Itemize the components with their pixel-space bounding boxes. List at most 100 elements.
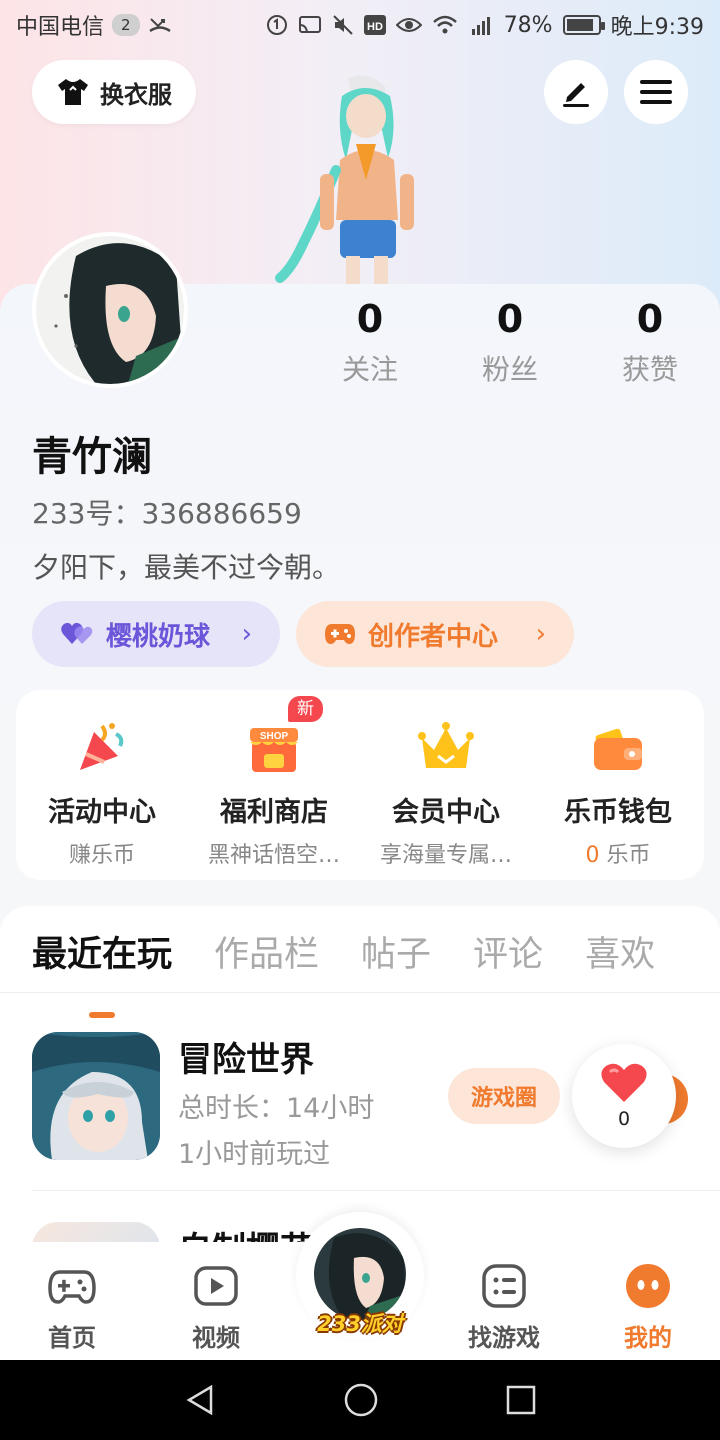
game-icon	[32, 1032, 160, 1160]
battery-icon	[562, 15, 605, 35]
signature: 夕阳下，最美不过今朝。	[32, 551, 341, 584]
svg-text:HD: HD	[367, 21, 383, 33]
double-heart-icon	[61, 622, 93, 644]
nav-label: 视频	[192, 1324, 240, 1352]
creator-center-button[interactable]: 创作者中心 ›	[296, 601, 574, 667]
entry-subtitle: 享海量专属…	[379, 843, 512, 868]
party-avatar-icon	[314, 1228, 406, 1320]
nav-label: 我的	[624, 1324, 672, 1352]
stat-followers[interactable]: 0 粉丝	[440, 296, 580, 388]
stat-likes[interactable]: 0 获赞	[580, 296, 720, 388]
game-playtime: 总时长：14小时	[178, 1093, 375, 1124]
system-nav-bar	[0, 1360, 720, 1440]
menu-icon	[640, 80, 672, 104]
wifi-icon	[432, 15, 457, 34]
tab-comments[interactable]: 评论	[473, 926, 543, 996]
stat-following[interactable]: 0 关注	[300, 296, 440, 388]
tab-posts[interactable]: 帖子	[361, 926, 431, 996]
party-popper-icon	[72, 718, 132, 778]
avatar-character-figure[interactable]	[270, 70, 450, 290]
menu-button[interactable]	[624, 60, 688, 124]
stat-label: 粉丝	[481, 353, 538, 386]
entry-title: 福利商店	[220, 797, 328, 828]
gamepad-icon	[48, 1270, 96, 1304]
cherry-milkball-button[interactable]: 樱桃奶球 ›	[32, 601, 280, 667]
crown-icon	[416, 718, 476, 778]
chevron-right-icon: ›	[241, 619, 252, 649]
username: 青竹澜	[32, 434, 152, 480]
stat-count: 0	[496, 297, 524, 341]
nav-find-games[interactable]: 找游戏	[432, 1242, 576, 1360]
entry-subtitle: 0 乐币	[532, 837, 704, 869]
profile-stats: 0 关注 0 粉丝 0 获赞	[300, 296, 720, 388]
game-name: 冒险世界	[178, 1040, 314, 1080]
welfare-shop-entry[interactable]: SHOP 新 福利商店 黑神话悟空…	[188, 690, 360, 880]
cast-icon	[298, 16, 321, 33]
coin-unit: 乐币	[606, 843, 651, 868]
like-count: 0	[617, 1108, 631, 1130]
nav-me[interactable]: 我的	[576, 1242, 720, 1360]
missed-call-icon	[148, 18, 171, 33]
entry-subtitle: 赚乐币	[68, 843, 135, 868]
nav-video[interactable]: 视频	[144, 1242, 288, 1360]
activity-center-entry[interactable]: 活动中心 赚乐币	[16, 690, 188, 880]
battery-percent: 78%	[503, 12, 553, 38]
entry-title: 乐币钱包	[564, 797, 672, 828]
stat-label: 关注	[341, 353, 398, 386]
signal-icon	[471, 17, 490, 35]
new-badge: 新	[288, 696, 323, 722]
entry-title: 会员中心	[392, 797, 500, 828]
nav-home[interactable]: 首页	[0, 1242, 144, 1360]
hd-icon: HD	[363, 15, 386, 35]
nav-party[interactable]: 233派对	[296, 1212, 424, 1340]
member-center-entry[interactable]: 会员中心 享海量专属…	[360, 690, 532, 880]
tab-recent-played[interactable]: 最近在玩	[32, 926, 172, 1018]
shirt-icon	[58, 79, 88, 105]
quick-entries-card: 活动中心 赚乐币 SHOP 新 福利商店 黑神话悟空… 会员中心 享海量专属… …	[16, 690, 704, 880]
stat-count: 0	[356, 297, 384, 341]
sim-slot-badge: 2	[112, 14, 140, 36]
tab-divider	[0, 992, 720, 993]
back-icon[interactable]	[183, 1383, 217, 1417]
recents-icon[interactable]	[505, 1384, 537, 1416]
profile-avatar[interactable]	[32, 232, 188, 388]
edit-pen-icon	[563, 83, 589, 107]
heart-icon	[601, 1063, 647, 1102]
status-bar: 中国电信 2 HD 78% 晚上9:39	[0, 0, 720, 50]
nav-label: 首页	[48, 1324, 96, 1352]
mute-icon	[332, 15, 353, 35]
floating-like-button[interactable]: 0	[572, 1044, 676, 1148]
row-divider	[32, 1190, 720, 1191]
change-clothes-label: 换衣服	[100, 80, 172, 109]
video-icon	[194, 1266, 238, 1306]
game-last-played: 1小时前玩过	[178, 1139, 331, 1170]
data-saver-icon	[266, 15, 287, 35]
shop-sign-text: SHOP	[260, 731, 289, 742]
cherry-milkball-label: 樱桃奶球	[106, 621, 211, 652]
entry-title: 活动中心	[48, 797, 156, 828]
change-clothes-button[interactable]: 换衣服	[32, 60, 196, 124]
user-id[interactable]: 233号：336886659	[32, 492, 302, 532]
edit-profile-button[interactable]	[544, 60, 608, 124]
tab-likes[interactable]: 喜欢	[585, 926, 655, 996]
creator-center-label: 创作者中心	[368, 621, 499, 652]
chevron-right-icon: ›	[535, 619, 546, 649]
wallet-icon	[588, 718, 648, 778]
eye-icon	[395, 18, 422, 32]
coin-wallet-entry[interactable]: 乐币钱包 0 乐币	[532, 690, 704, 880]
tab-works[interactable]: 作品栏	[214, 926, 319, 996]
shop-icon: SHOP	[244, 718, 304, 778]
game-circle-button[interactable]: 游戏圈	[448, 1068, 560, 1124]
carrier-name: 中国电信	[16, 15, 105, 40]
stat-label: 获赞	[621, 353, 678, 386]
stat-count: 0	[636, 297, 664, 341]
me-icon	[626, 1264, 670, 1308]
home-icon[interactable]	[343, 1382, 379, 1418]
list-icon	[482, 1264, 526, 1308]
gamepad-icon	[325, 624, 355, 644]
clock: 晚上9:39	[610, 15, 704, 40]
entry-subtitle: 黑神话悟空…	[207, 843, 340, 868]
content-tabs: 最近在玩 作品栏 帖子 评论 喜欢	[0, 926, 720, 1018]
party-label: 233派对	[317, 1312, 403, 1336]
nav-label: 找游戏	[468, 1324, 540, 1352]
